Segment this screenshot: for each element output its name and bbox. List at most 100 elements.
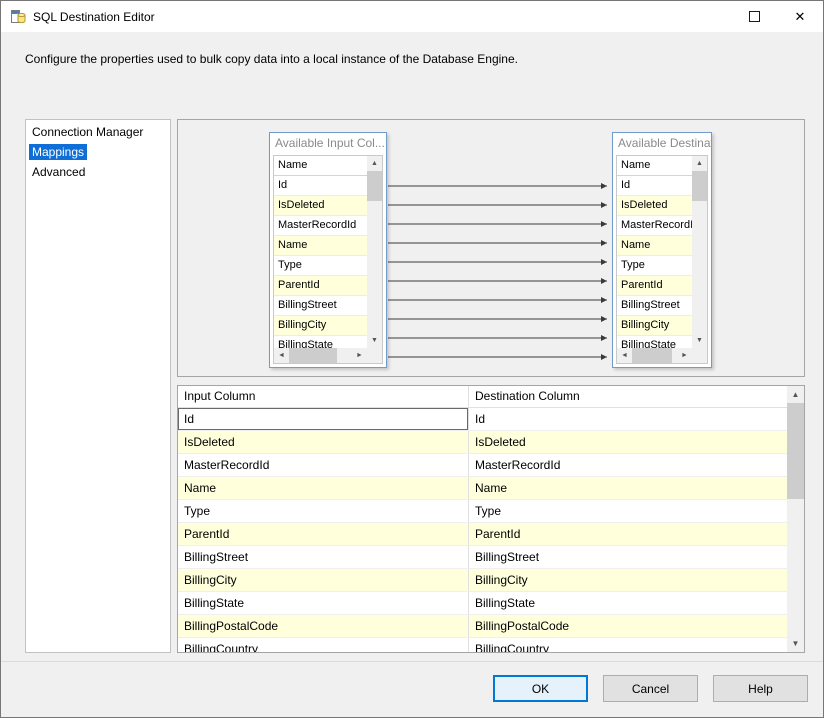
close-icon: ✕ (795, 10, 806, 23)
destination-column-item[interactable]: BillingCity (617, 316, 692, 336)
input-column-cell[interactable]: BillingCountry (178, 638, 469, 652)
destination-column-cell[interactable]: BillingPostalCode (469, 615, 787, 637)
input-column-cell[interactable]: IsDeleted (178, 431, 469, 453)
scroll-up-icon[interactable]: ▲ (692, 156, 707, 171)
mapping-table-vertical-scrollbar[interactable]: ▲ ▼ (787, 386, 804, 652)
destination-column-cell[interactable]: BillingStreet (469, 546, 787, 568)
destination-columns-name-header: Name (617, 156, 692, 176)
destination-column-item[interactable]: BillingState (617, 336, 692, 348)
app-icon (10, 9, 26, 25)
mapping-row: BillingCountry BillingCountry (178, 638, 787, 652)
sidebar-item-connection-manager[interactable]: Connection Manager (26, 123, 170, 143)
destination-column-header: Destination Column (469, 386, 787, 407)
input-columns-horizontal-scrollbar[interactable]: ◄ ► (274, 348, 367, 363)
available-destination-columns-title: Available Destinati... (613, 133, 711, 154)
input-column-cell[interactable]: Type (178, 500, 469, 522)
help-button[interactable]: Help (713, 675, 808, 702)
mapping-table-content: Input Column Destination Column Id Id Is… (178, 386, 787, 652)
close-button[interactable]: ✕ (777, 1, 823, 32)
input-column-cell[interactable]: BillingState (178, 592, 469, 614)
input-column-cell[interactable]: BillingCity (178, 569, 469, 591)
destination-columns-horizontal-scrollbar[interactable]: ◄ ► (617, 348, 692, 363)
scrollbar-thumb[interactable] (692, 171, 707, 201)
mapping-row: BillingCity BillingCity (178, 569, 787, 592)
destination-column-cell[interactable]: Id (469, 408, 787, 430)
available-input-columns-box[interactable]: Available Input Col... Name Id IsDeleted… (269, 132, 387, 368)
available-destination-columns-box[interactable]: Available Destinati... Name Id IsDeleted… (612, 132, 712, 368)
maximize-icon (749, 11, 760, 22)
mapping-row: Type Type (178, 500, 787, 523)
input-column-item[interactable]: BillingStreet (274, 296, 367, 316)
input-columns-name-header: Name (274, 156, 367, 176)
destination-columns-vertical-scrollbar[interactable]: ▲ ▼ (692, 156, 707, 348)
input-column-item[interactable]: BillingState (274, 336, 367, 348)
destination-column-item[interactable]: Type (617, 256, 692, 276)
scroll-down-icon[interactable]: ▼ (692, 333, 707, 348)
input-column-item[interactable]: MasterRecordId (274, 216, 367, 236)
destination-column-item[interactable]: IsDeleted (617, 196, 692, 216)
sidebar-item-label: Mappings (29, 144, 87, 160)
input-column-item[interactable]: IsDeleted (274, 196, 367, 216)
input-column-item[interactable]: Type (274, 256, 367, 276)
input-column-item[interactable]: Id (274, 176, 367, 196)
scroll-right-icon[interactable]: ► (677, 348, 692, 363)
input-column-cell[interactable]: MasterRecordId (178, 454, 469, 476)
destination-column-cell[interactable]: Type (469, 500, 787, 522)
input-column-cell[interactable]: Id (178, 408, 469, 430)
scroll-down-icon[interactable]: ▼ (367, 333, 382, 348)
input-column-item[interactable]: ParentId (274, 276, 367, 296)
mapping-diagram-panel: Available Input Col... Name Id IsDeleted… (177, 119, 805, 377)
titlebar[interactable]: SQL Destination Editor ✕ (1, 1, 823, 32)
input-column-cell[interactable]: BillingPostalCode (178, 615, 469, 637)
input-column-cell[interactable]: Name (178, 477, 469, 499)
mapping-row: BillingStreet BillingStreet (178, 546, 787, 569)
sql-destination-editor-window: SQL Destination Editor ✕ Configure the p… (0, 0, 824, 718)
destination-column-cell[interactable]: Name (469, 477, 787, 499)
mapping-row: MasterRecordId MasterRecordId (178, 454, 787, 477)
input-column-cell[interactable]: BillingStreet (178, 546, 469, 568)
sidebar-item-label: Advanced (29, 164, 88, 180)
destination-column-cell[interactable]: MasterRecordId (469, 454, 787, 476)
sidebar-item-advanced[interactable]: Advanced (26, 163, 170, 183)
ok-button[interactable]: OK (493, 675, 588, 702)
scrollbar-corner (692, 348, 707, 363)
destination-column-cell[interactable]: BillingCountry (469, 638, 787, 652)
input-column-item[interactable]: Name (274, 236, 367, 256)
scrollbar-thumb[interactable] (787, 403, 804, 499)
destination-column-item[interactable]: Name (617, 236, 692, 256)
scroll-up-icon[interactable]: ▲ (787, 386, 804, 403)
destination-column-item[interactable]: MasterRecordId (617, 216, 692, 236)
destination-column-cell[interactable]: BillingCity (469, 569, 787, 591)
destination-column-item[interactable]: BillingStreet (617, 296, 692, 316)
sidebar-item-mappings[interactable]: Mappings (26, 143, 170, 163)
cancel-button[interactable]: Cancel (603, 675, 698, 702)
destination-column-item[interactable]: ParentId (617, 276, 692, 296)
scrollbar-thumb[interactable] (632, 348, 672, 363)
mapping-row: Id Id (178, 408, 787, 431)
scroll-up-icon[interactable]: ▲ (367, 156, 382, 171)
scroll-left-icon[interactable]: ◄ (274, 348, 289, 363)
scrollbar-thumb[interactable] (367, 171, 382, 201)
input-column-cell[interactable]: ParentId (178, 523, 469, 545)
destination-column-cell[interactable]: IsDeleted (469, 431, 787, 453)
input-columns-vertical-scrollbar[interactable]: ▲ ▼ (367, 156, 382, 348)
mapping-table: Input Column Destination Column Id Id Is… (177, 385, 805, 653)
input-column-item[interactable]: BillingCity (274, 316, 367, 336)
scroll-right-icon[interactable]: ► (352, 348, 367, 363)
pages-list: Connection Manager Mappings Advanced (25, 119, 171, 653)
mapping-table-header: Input Column Destination Column (178, 386, 787, 408)
destination-column-item[interactable]: Id (617, 176, 692, 196)
scrollbar-thumb[interactable] (289, 348, 337, 363)
scroll-down-icon[interactable]: ▼ (787, 635, 804, 652)
mapping-row: BillingState BillingState (178, 592, 787, 615)
mapping-row: ParentId ParentId (178, 523, 787, 546)
available-input-columns-title: Available Input Col... (270, 133, 386, 154)
scroll-left-icon[interactable]: ◄ (617, 348, 632, 363)
dialog-description: Configure the properties used to bulk co… (25, 52, 793, 66)
maximize-button[interactable] (731, 1, 777, 32)
destination-column-cell[interactable]: BillingState (469, 592, 787, 614)
input-column-header: Input Column (178, 386, 469, 407)
destination-columns-grid: Name Id IsDeleted MasterRecordId Name Ty… (616, 155, 708, 364)
input-columns-grid: Name Id IsDeleted MasterRecordId Name Ty… (273, 155, 383, 364)
destination-column-cell[interactable]: ParentId (469, 523, 787, 545)
